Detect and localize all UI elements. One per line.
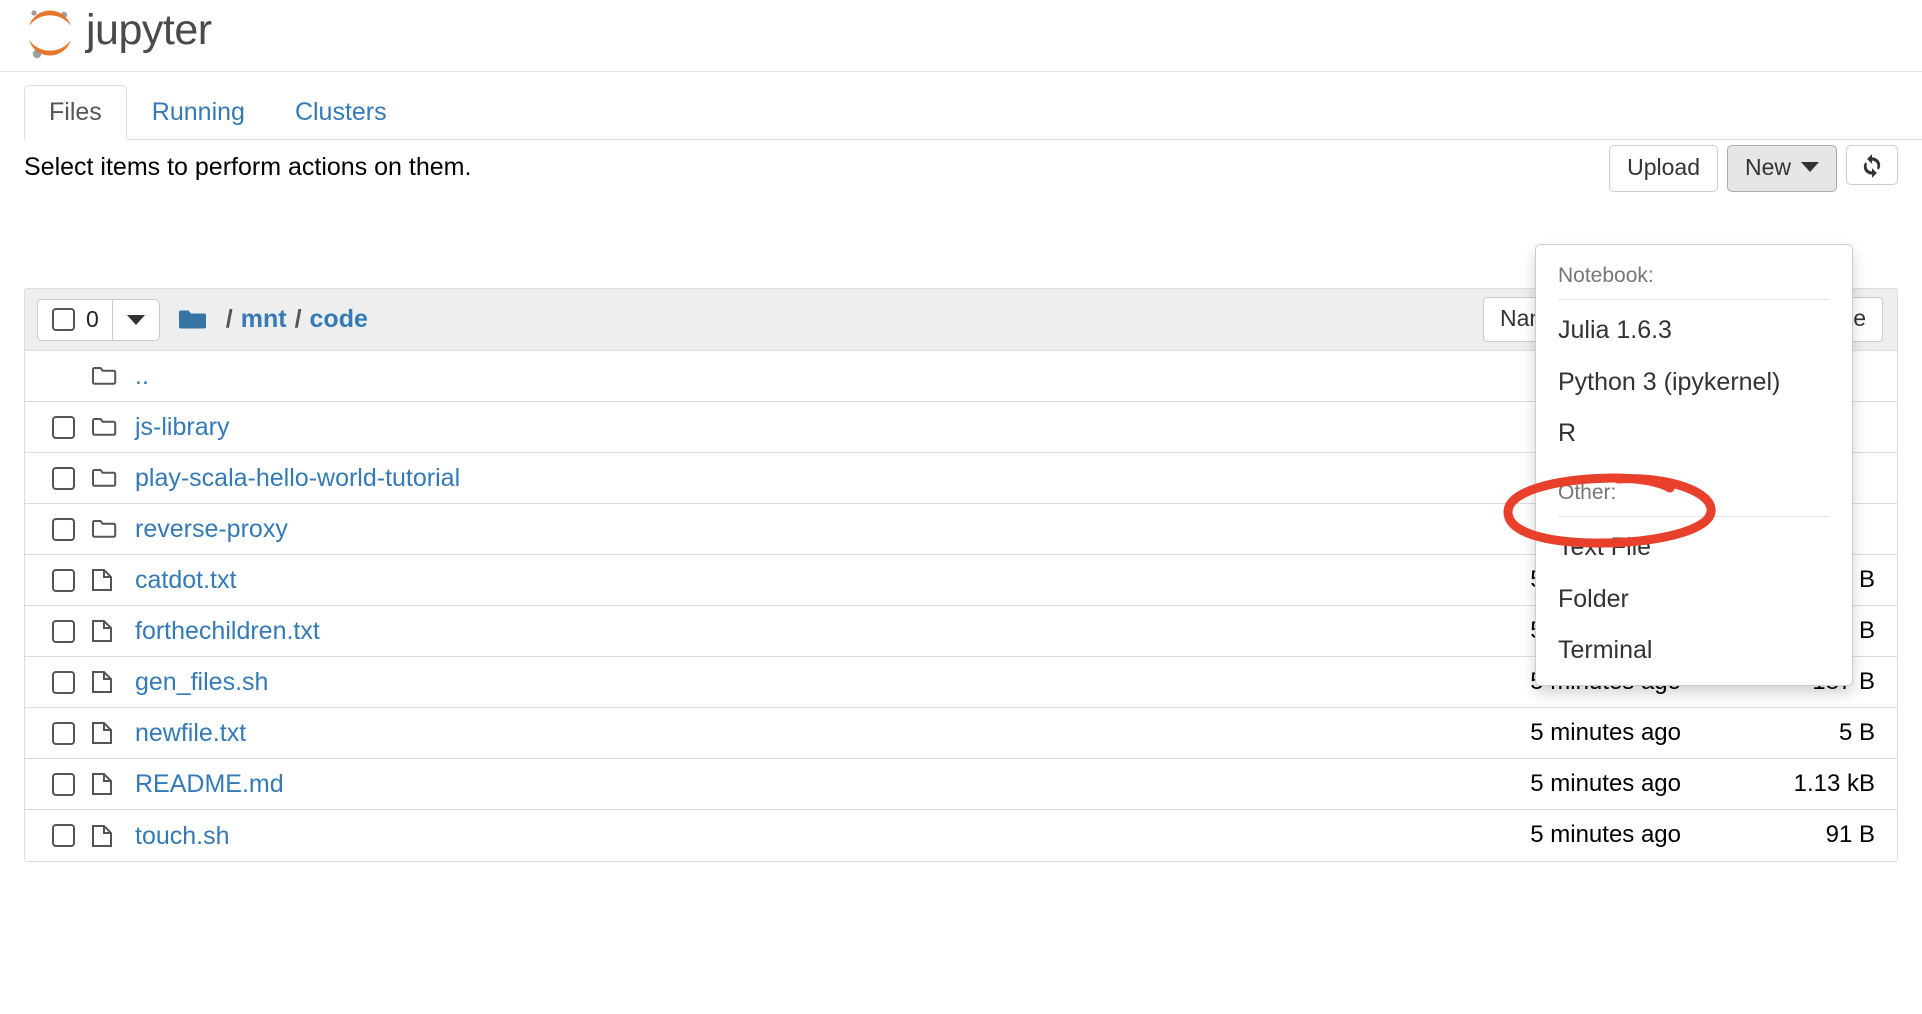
menu-gap <box>1536 460 1852 470</box>
row-modified: 5 minutes ago <box>1530 769 1681 797</box>
row-checkbox-cell <box>37 824 91 847</box>
row-checkbox-cell <box>37 670 91 694</box>
row-modified: 5 minutes ago <box>1530 821 1681 849</box>
row-checkbox-cell <box>37 772 91 796</box>
file-icon <box>91 568 135 592</box>
folder-icon <box>91 365 135 387</box>
file-icon <box>91 721 135 745</box>
row-size: 5 B <box>1838 718 1875 746</box>
row-checkbox[interactable] <box>52 670 75 694</box>
menu-section-notebook-header: Notebook: <box>1558 264 1654 287</box>
menu-item-folder[interactable]: Folder <box>1536 575 1852 626</box>
row-checkbox-cell <box>37 415 91 439</box>
row-checkbox[interactable] <box>52 721 75 745</box>
row-modified: 5 minutes ago <box>1530 718 1681 746</box>
tab-files[interactable]: Files <box>24 85 127 140</box>
row-name-link[interactable]: .. <box>135 361 149 391</box>
jupyter-logo-icon <box>29 10 71 59</box>
row-name-link[interactable]: catdot.txt <box>135 565 236 595</box>
brand-name: jupyter <box>86 5 212 54</box>
row-checkbox-cell <box>37 568 91 592</box>
breadcrumb-item-code[interactable]: code <box>310 307 368 332</box>
file-icon <box>91 670 135 694</box>
menu-item-r[interactable]: R <box>1536 409 1852 460</box>
selection-control-group: 0 <box>37 298 160 341</box>
menu-item-text-file[interactable]: Text File <box>1536 523 1852 574</box>
refresh-button[interactable] <box>1846 145 1898 185</box>
breadcrumb-separator: / <box>294 305 302 333</box>
menu-divider <box>1558 299 1830 301</box>
row-name-link[interactable]: play-scala-hello-world-tutorial <box>135 463 460 493</box>
breadcrumb-separator: / <box>225 305 233 333</box>
breadcrumb-item-mnt[interactable]: mnt <box>241 307 287 332</box>
row-size: 1.13 kB <box>1793 769 1875 797</box>
chevron-down-icon <box>1801 162 1819 173</box>
actions-toolbar: Select items to perform actions on them.… <box>0 140 1922 202</box>
row-name-link[interactable]: newfile.txt <box>135 718 246 748</box>
row-checkbox[interactable] <box>52 772 75 796</box>
table-row[interactable]: README.md 5 minutes ago 1.13 kB <box>25 759 1897 810</box>
tab-running[interactable]: Running <box>127 85 270 140</box>
row-checkbox[interactable] <box>52 415 75 439</box>
file-icon <box>91 824 135 848</box>
row-name-link[interactable]: touch.sh <box>135 821 230 851</box>
select-items-hint: Select items to perform actions on them. <box>24 153 472 181</box>
row-name-link[interactable]: README.md <box>135 769 284 799</box>
select-all-box[interactable]: 0 <box>38 299 113 340</box>
toolbar-button-group: Upload New <box>1609 145 1898 192</box>
row-name-link[interactable]: js-library <box>135 412 229 442</box>
folder-icon <box>91 518 135 540</box>
chevron-down-icon <box>126 314 145 325</box>
row-checkbox[interactable] <box>52 824 75 847</box>
row-checkbox[interactable] <box>52 466 75 490</box>
folder-icon <box>91 467 135 489</box>
row-checkbox-cell <box>37 619 91 643</box>
jupyter-logo[interactable]: jupyter <box>24 4 212 62</box>
selection-dropdown-button[interactable] <box>113 300 159 340</box>
row-checkbox-cell <box>37 466 91 490</box>
row-name-link[interactable]: reverse-proxy <box>135 514 288 544</box>
menu-divider <box>1558 516 1830 518</box>
new-button-label: New <box>1744 154 1791 180</box>
new-dropdown-menu: Notebook: Julia 1.6.3 Python 3 (ipykerne… <box>1535 244 1853 687</box>
row-checkbox[interactable] <box>52 517 75 541</box>
select-all-checkbox[interactable] <box>52 308 75 331</box>
new-button[interactable]: New <box>1726 145 1837 192</box>
folder-icon <box>91 416 135 438</box>
menu-section-other-header: Other: <box>1558 481 1617 505</box>
row-checkbox[interactable] <box>52 568 75 592</box>
tab-clusters[interactable]: Clusters <box>270 85 412 140</box>
breadcrumb: / mnt / code <box>178 307 368 332</box>
row-checkbox-cell <box>37 721 91 745</box>
table-row[interactable]: touch.sh 5 minutes ago 91 B <box>25 810 1897 861</box>
tab-bar: Files Running Clusters <box>0 72 1922 140</box>
page-header: jupyter <box>0 0 1922 72</box>
row-name-link[interactable]: gen_files.sh <box>135 667 268 697</box>
row-name-link[interactable]: forthechildren.txt <box>135 616 320 646</box>
refresh-icon <box>1863 154 1881 178</box>
row-checkbox-cell <box>37 517 91 541</box>
menu-item-julia[interactable]: Julia 1.6.3 <box>1536 306 1852 357</box>
menu-item-terminal[interactable]: Terminal <box>1536 626 1852 677</box>
file-icon <box>91 619 135 643</box>
table-row[interactable]: newfile.txt 5 minutes ago 5 B <box>25 708 1897 759</box>
row-size: 91 B <box>1825 821 1875 849</box>
menu-item-python3[interactable]: Python 3 (ipykernel) <box>1536 358 1852 409</box>
folder-icon[interactable] <box>178 308 208 332</box>
selected-count: 0 <box>86 306 99 332</box>
upload-button[interactable]: Upload <box>1609 145 1718 192</box>
row-checkbox[interactable] <box>52 619 75 643</box>
file-icon <box>91 772 135 796</box>
